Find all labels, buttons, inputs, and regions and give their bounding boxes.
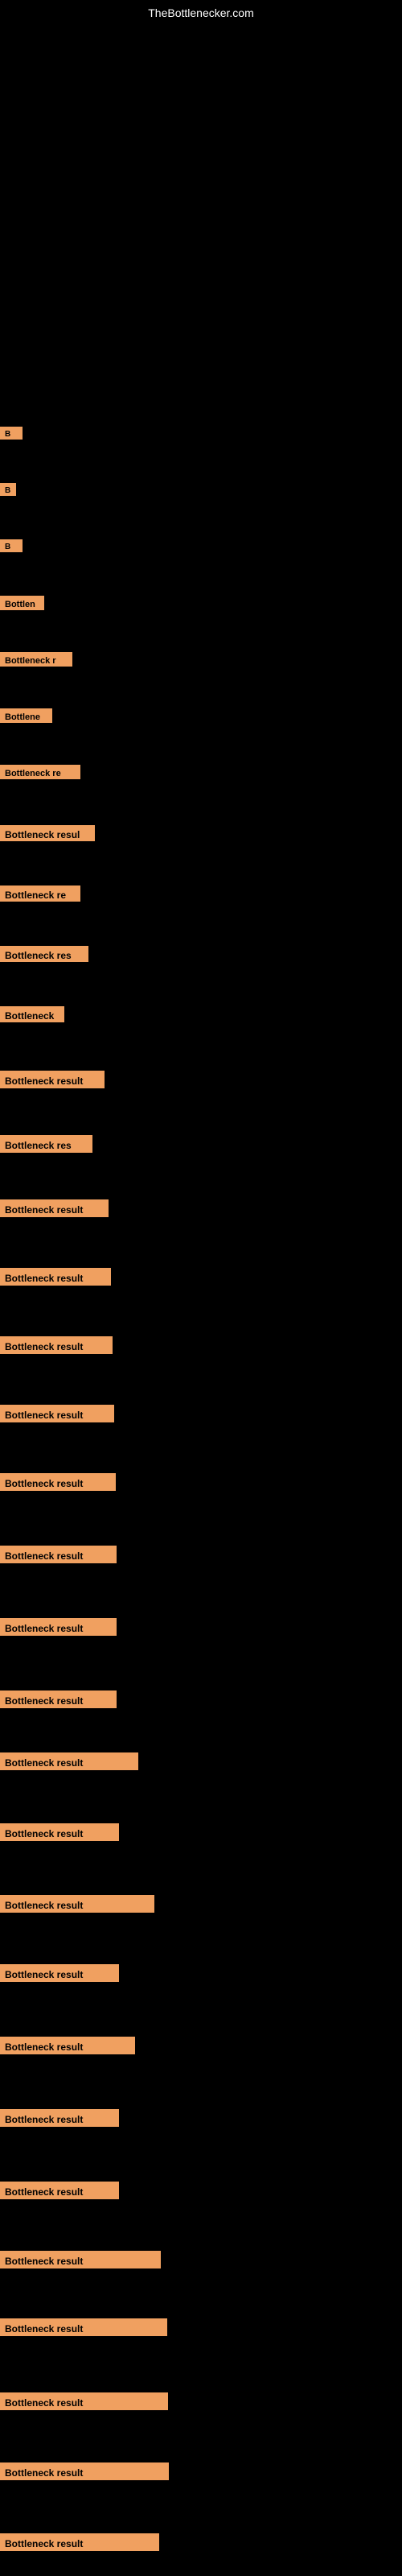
bottleneck-result-label: Bottleneck result [0, 2318, 167, 2336]
bottleneck-result-label: Bottleneck res [0, 1135, 92, 1153]
bottleneck-result-label: Bottleneck result [0, 1546, 117, 1563]
bottleneck-result-label: Bottleneck result [0, 1964, 119, 1982]
bottleneck-result-label: Bottleneck result [0, 1268, 111, 1286]
bottleneck-result-label: Bottleneck result [0, 1895, 154, 1913]
bottleneck-result-label: Bottlen [0, 596, 44, 610]
bottleneck-result-label: B [0, 427, 23, 440]
bottleneck-result-label: B [0, 539, 23, 552]
bottleneck-result-label: Bottleneck result [0, 2037, 135, 2054]
bottleneck-result-label: Bottleneck result [0, 2533, 159, 2551]
site-title: TheBottlenecker.com [148, 6, 254, 19]
bottleneck-result-label: Bottleneck result [0, 1752, 138, 1770]
bottleneck-result-label: Bottleneck result [0, 2109, 119, 2127]
bottleneck-result-label: Bottlene [0, 708, 52, 723]
bottleneck-result-label: Bottleneck [0, 1006, 64, 1022]
bottleneck-result-label: Bottleneck result [0, 1405, 114, 1422]
bottleneck-result-label: Bottleneck result [0, 1618, 117, 1636]
bottleneck-result-label: Bottleneck result [0, 1336, 113, 1354]
bottleneck-result-label: Bottleneck result [0, 1473, 116, 1491]
bottleneck-result-label: Bottleneck result [0, 2462, 169, 2480]
bottleneck-result-label: Bottleneck re [0, 886, 80, 902]
bottleneck-result-label: B [0, 483, 16, 496]
bottleneck-result-label: Bottleneck resul [0, 825, 95, 841]
bottleneck-result-label: Bottleneck res [0, 946, 88, 962]
bottleneck-result-label: Bottleneck result [0, 2182, 119, 2199]
bottleneck-result-label: Bottleneck result [0, 2251, 161, 2268]
bottleneck-result-label: Bottleneck result [0, 1071, 105, 1088]
bottleneck-result-label: Bottleneck result [0, 1690, 117, 1708]
bottleneck-result-label: Bottleneck r [0, 652, 72, 667]
bottleneck-result-label: Bottleneck result [0, 1823, 119, 1841]
bottleneck-result-label: Bottleneck result [0, 1199, 109, 1217]
bottleneck-result-label: Bottleneck re [0, 765, 80, 779]
bottleneck-result-label: Bottleneck result [0, 2392, 168, 2410]
